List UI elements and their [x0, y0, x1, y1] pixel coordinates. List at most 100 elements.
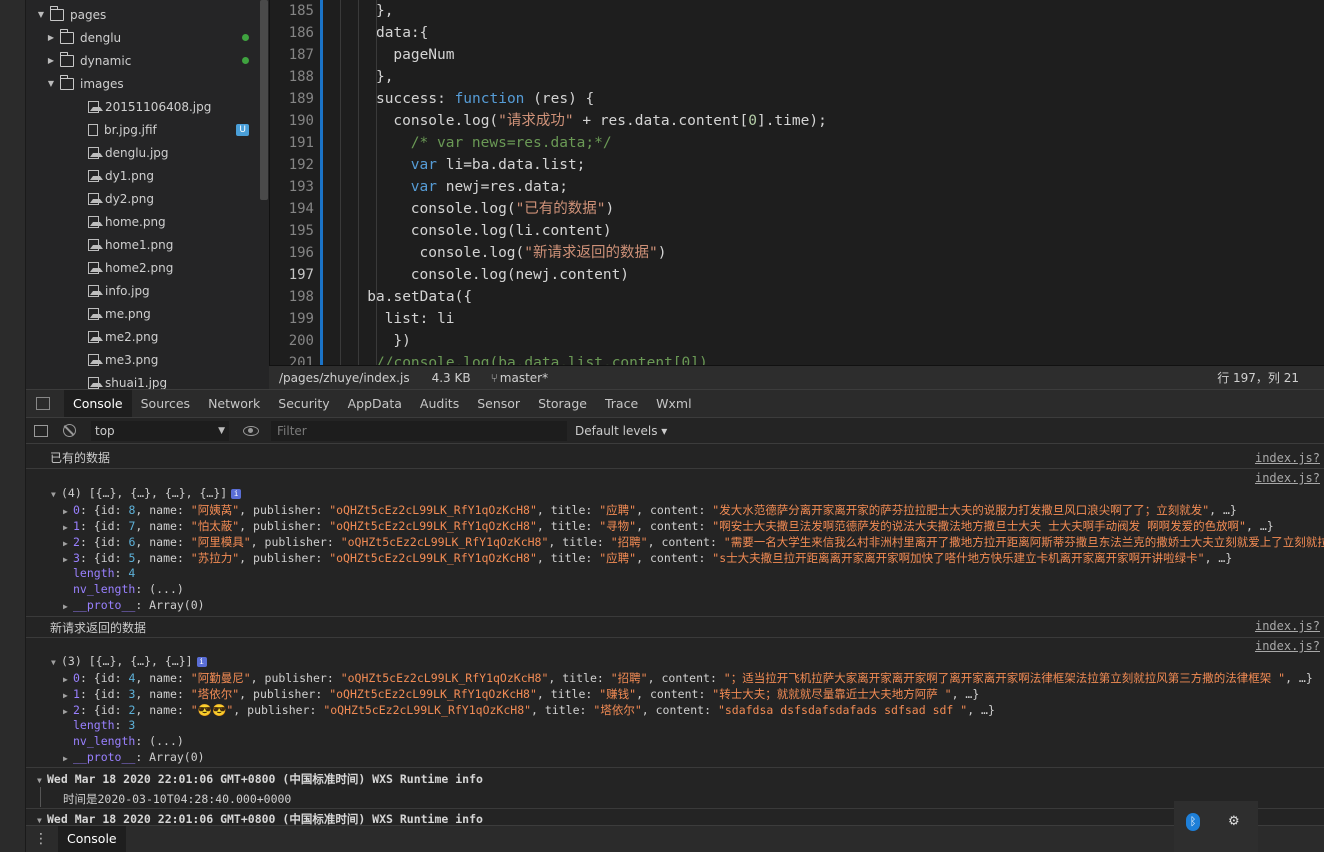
git-branch[interactable]: master*: [500, 371, 548, 385]
tree-item[interactable]: home1.png: [26, 233, 269, 256]
code-editor[interactable]: 185 186 187 188 189 190 191 192 193 194 195 196 197 1…: [269, 0, 1324, 365]
expand-arrow-icon[interactable]: ▶: [63, 539, 73, 548]
chevron-down-icon[interactable]: ▼: [36, 10, 46, 19]
code-line[interactable]: console.log(newj.content): [411, 264, 629, 286]
source-link[interactable]: index.js?: [1255, 451, 1320, 465]
tab-wxml[interactable]: Wxml: [647, 390, 700, 417]
tree-item[interactable]: shuai1.jpg: [26, 371, 269, 389]
array-summary[interactable]: ▼ (4) [{…}, {…}, {…}, {…}] i: [51, 486, 1324, 500]
code-line[interactable]: //console.log(ba.data.list.content[0]): [376, 352, 708, 365]
tree-item[interactable]: me.png: [26, 302, 269, 325]
usb-device-icon[interactable]: ⚙: [1228, 814, 1242, 830]
nv-length[interactable]: nv_length: (...): [73, 582, 1324, 596]
log-levels-dropdown[interactable]: Default levels ▾: [575, 424, 667, 438]
filter-input[interactable]: [271, 420, 567, 441]
code-line[interactable]: ba.setData({: [367, 286, 472, 308]
tab-sensor[interactable]: Sensor: [468, 390, 529, 417]
clear-console-icon[interactable]: [63, 424, 76, 437]
chevron-right-icon[interactable]: ▶: [46, 33, 56, 42]
tab-console[interactable]: Console: [64, 390, 132, 417]
code-line[interactable]: var newj=res.data;: [411, 176, 568, 198]
code-line[interactable]: console.log("请求成功" + res.data.content[0]…: [393, 110, 826, 132]
source-link[interactable]: index.js?: [1255, 619, 1320, 633]
tree-item[interactable]: ▼ images: [26, 72, 269, 95]
source-link[interactable]: index.js?: [1255, 639, 1320, 653]
runtime-group-header[interactable]: ▼ Wed Mar 18 2020 22:01:06 GMT+0800 (中国标准…: [37, 771, 1324, 787]
code-line[interactable]: data:{: [376, 22, 428, 44]
code-line[interactable]: /* var news=res.data;*/: [411, 132, 612, 154]
object-field: 0: [73, 671, 80, 685]
tree-item[interactable]: br.jpg.jfif U: [26, 118, 269, 141]
sidebar-toggle-icon[interactable]: [34, 424, 48, 437]
expand-arrow-icon[interactable]: ▶: [63, 507, 73, 516]
tree-item[interactable]: dy1.png: [26, 164, 269, 187]
code-line[interactable]: pageNum: [393, 44, 454, 66]
tree-item[interactable]: me3.png: [26, 348, 269, 371]
expand-arrow-icon[interactable]: ▼: [37, 816, 47, 825]
tree-item[interactable]: dy2.png: [26, 187, 269, 210]
expand-arrow-icon[interactable]: ▼: [51, 490, 61, 499]
tab-appdata[interactable]: AppData: [339, 390, 411, 417]
console-output[interactable]: 已有的数据 index.js? index.js? ▼ (4) [{…}, {…}…: [26, 444, 1324, 825]
expand-arrow-icon[interactable]: ▶: [63, 602, 73, 611]
tree-item[interactable]: home.png: [26, 210, 269, 233]
expand-arrow-icon[interactable]: ▶: [63, 754, 73, 763]
code-line[interactable]: var li=ba.data.list;: [411, 154, 586, 176]
tab-storage[interactable]: Storage: [529, 390, 596, 417]
tree-item[interactable]: ▶ denglu: [26, 26, 269, 49]
more-options-icon[interactable]: ⋮: [34, 831, 48, 847]
tree-item[interactable]: info.jpg: [26, 279, 269, 302]
proto-row[interactable]: ▶ __proto__: Array(0): [63, 750, 1324, 764]
tab-security[interactable]: Security: [269, 390, 338, 417]
tab-network[interactable]: Network: [199, 390, 269, 417]
proto-row[interactable]: ▶ __proto__: Array(0): [63, 598, 1324, 612]
object-row[interactable]: ▶ 0: {id: 8, name: "阿姨莴", publisher: "oQH…: [63, 502, 1324, 518]
tree-item-label: denglu.jpg: [105, 145, 169, 160]
expand-arrow-icon[interactable]: ▶: [63, 675, 73, 684]
code-line[interactable]: console.log(li.content): [411, 220, 612, 242]
tab-sources[interactable]: Sources: [132, 390, 199, 417]
object-row[interactable]: ▶ 2: {id: 2, name: "😎😎", publisher: "oQHZ…: [63, 702, 1324, 718]
object-row[interactable]: ▶ 2: {id: 6, name: "阿里模具", publisher: "oQ…: [63, 534, 1324, 550]
object-row[interactable]: ▶ 1: {id: 7, name: "怕太蔽", publisher: "oQH…: [63, 518, 1324, 534]
array-summary-text: (4) [{…}, {…}, {…}, {…}]: [61, 486, 228, 500]
object-row[interactable]: ▶ 1: {id: 3, name: "塔依尔", publisher: "oQH…: [63, 686, 1324, 702]
tab-trace[interactable]: Trace: [596, 390, 647, 417]
code-line[interactable]: list: li: [385, 308, 455, 330]
chevron-right-icon[interactable]: ▶: [46, 56, 56, 65]
runtime-group-header[interactable]: ▼ Wed Mar 18 2020 22:01:06 GMT+0800 (中国标准…: [37, 811, 1324, 825]
tree-item[interactable]: me2.png: [26, 325, 269, 348]
code-line[interactable]: },: [376, 66, 393, 88]
array-summary[interactable]: ▼ (3) [{…}, {…}, {…}] i: [51, 654, 1324, 668]
source-link[interactable]: index.js?: [1255, 471, 1320, 485]
code-line[interactable]: console.log("新请求返回的数据"): [420, 242, 667, 264]
chevron-down-icon[interactable]: ▼: [46, 79, 56, 88]
expand-arrow-icon[interactable]: ▶: [63, 707, 73, 716]
expand-arrow-icon[interactable]: ▶: [63, 691, 73, 700]
tab-audits[interactable]: Audits: [411, 390, 468, 417]
code-line[interactable]: }): [393, 330, 410, 352]
drawer-tab-console[interactable]: Console: [58, 826, 126, 852]
code-line[interactable]: success: function (res) {: [376, 88, 594, 110]
tree-item[interactable]: 20151106408.jpg: [26, 95, 269, 118]
file-explorer-scrollbar[interactable]: [260, 0, 268, 200]
tree-item[interactable]: ▶ dynamic: [26, 49, 269, 72]
object-row[interactable]: ▶ 0: {id: 4, name: "阿勤曼尼", publisher: "oQ…: [63, 670, 1324, 686]
expand-arrow-icon[interactable]: ▶: [63, 523, 73, 532]
expand-arrow-icon[interactable]: ▼: [51, 658, 61, 667]
object-row[interactable]: ▶ 3: {id: 5, name: "苏拉力", publisher: "oQH…: [63, 550, 1324, 566]
code-line[interactable]: },: [376, 0, 393, 22]
eye-icon[interactable]: [243, 425, 259, 436]
context-select[interactable]: top ▼: [91, 420, 229, 441]
inspect-element-icon[interactable]: [36, 397, 50, 410]
nv-length[interactable]: nv_length: (...): [73, 734, 1324, 748]
cursor-position[interactable]: 行 197，列 21: [1217, 369, 1299, 386]
expand-arrow-icon[interactable]: ▼: [37, 776, 47, 785]
tree-item[interactable]: home2.png: [26, 256, 269, 279]
object-field: "塔依尔": [593, 703, 642, 717]
expand-arrow-icon[interactable]: ▶: [63, 555, 73, 564]
bluetooth-icon[interactable]: ᛒ: [1186, 813, 1200, 831]
tree-item[interactable]: ▼ pages: [26, 3, 269, 26]
tree-item[interactable]: denglu.jpg: [26, 141, 269, 164]
code-line[interactable]: console.log("已有的数据"): [411, 198, 614, 220]
